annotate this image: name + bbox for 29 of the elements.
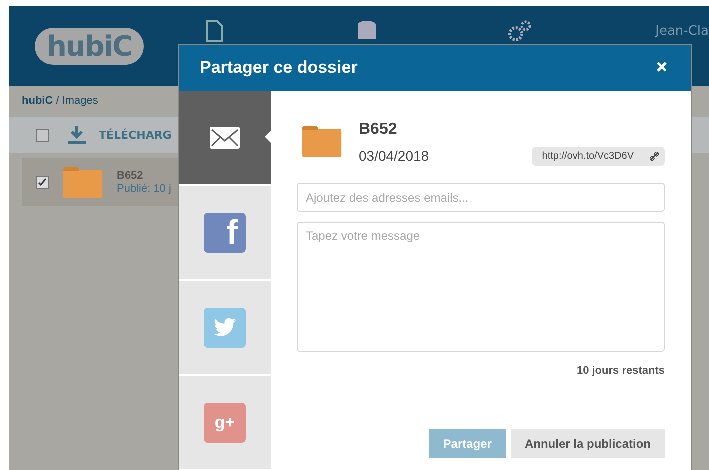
folder-icon [62, 165, 104, 199]
tab-pointer [265, 131, 271, 143]
dialog-title: Partager ce dossier [200, 58, 358, 78]
share-link-field[interactable]: http://ovh.to/Vc3D6V [532, 147, 665, 166]
message-field[interactable]: Tapez votre message [297, 222, 665, 352]
google-plus-logo-icon: g+ [204, 402, 246, 442]
googleplus-share-tab[interactable]: g+ [179, 376, 271, 469]
bird-icon [213, 318, 237, 338]
email-share-tab[interactable] [179, 91, 271, 184]
cancel-publication-button[interactable]: Annuler la publication [510, 429, 665, 458]
file-name: B652 [117, 170, 144, 182]
user-name[interactable]: Jean-Cla [656, 24, 709, 38]
facebook-logo-icon: f [204, 212, 246, 252]
row-checkbox[interactable] [36, 176, 49, 188]
remaining-days: 10 jours restants [576, 365, 665, 377]
download-icon[interactable] [67, 125, 87, 145]
logo[interactable]: hubiC [35, 28, 144, 64]
facebook-share-tab[interactable]: f [179, 186, 271, 279]
envelope-icon [209, 126, 241, 150]
folder-date: 03/04/2018 [359, 148, 430, 164]
link-icon [650, 152, 659, 161]
select-all-checkbox[interactable] [36, 128, 49, 142]
file-status: Publié: 10 j [117, 182, 172, 194]
gears-icon[interactable] [508, 20, 532, 42]
database-icon[interactable] [356, 20, 378, 42]
email-field[interactable]: Ajoutez des adresses emails... [297, 183, 665, 212]
folder-name: B652 [359, 121, 398, 139]
download-button[interactable]: TÉLÉCHARG [99, 128, 172, 142]
breadcrumb: hubiC / Images [21, 94, 100, 109]
